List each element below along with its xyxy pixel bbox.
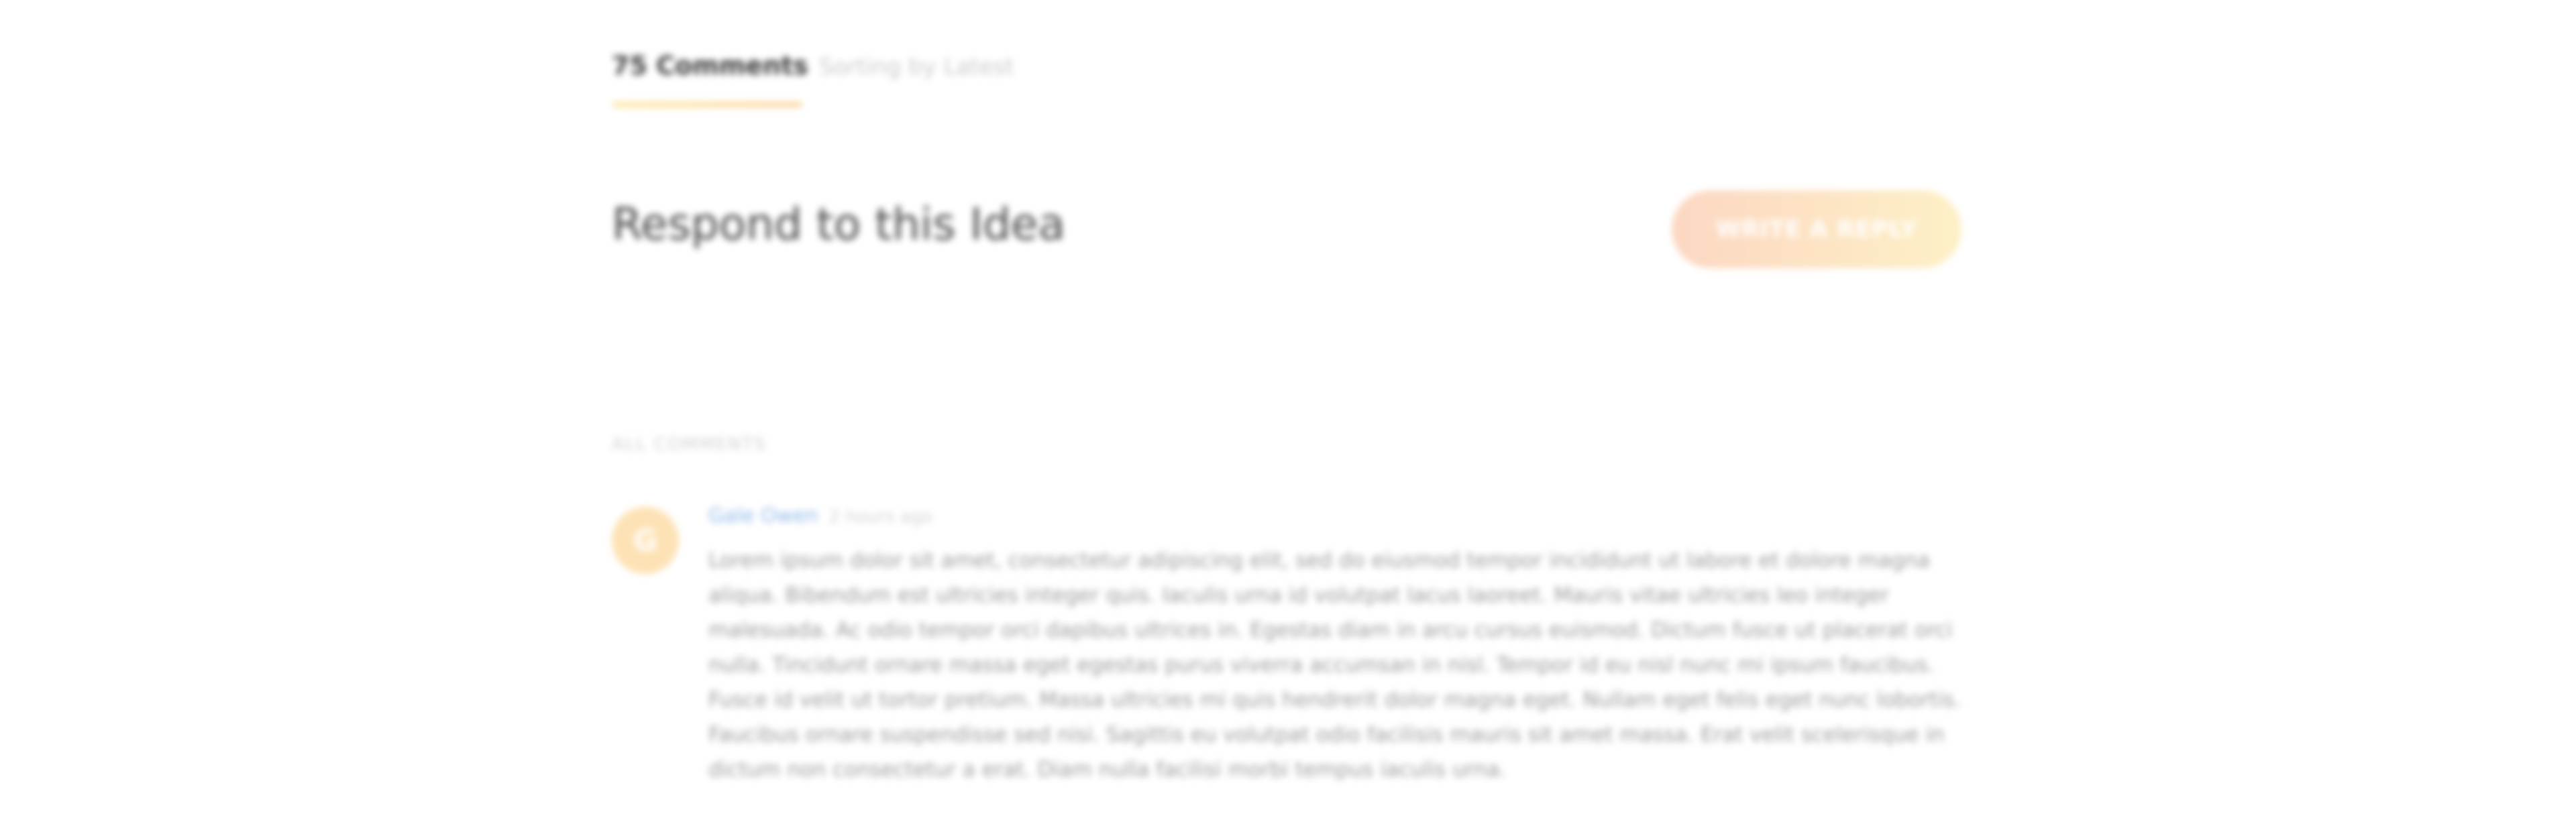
comment-text: Lorem ipsum dolor sit amet, consectetur … [708,548,1962,782]
comments-count: 75 Comments [612,51,808,80]
write-reply-button[interactable]: WRITE A REPLY [1672,190,1962,268]
avatar[interactable]: G [612,507,679,574]
comment-meta: Gale Owen 2 hours ago [708,504,1964,534]
comment-body: Gale Owen 2 hours ago Lorem ipsum dolor … [708,504,1964,787]
comment-timestamp: 2 hours ago [828,507,933,527]
all-comments-label: ALL COMMENTS [612,434,767,455]
comments-header: 75 Comments Sorting by Latest [612,51,1014,83]
respond-title: Respond to this Idea [612,198,1065,250]
header-underline [612,102,802,107]
comment-author-link[interactable]: Gale Owen [708,504,818,528]
page-blur-wrapper: 75 Comments Sorting by Latest Respond to… [0,0,2576,826]
sort-selector[interactable]: Sorting by Latest [819,54,1014,80]
